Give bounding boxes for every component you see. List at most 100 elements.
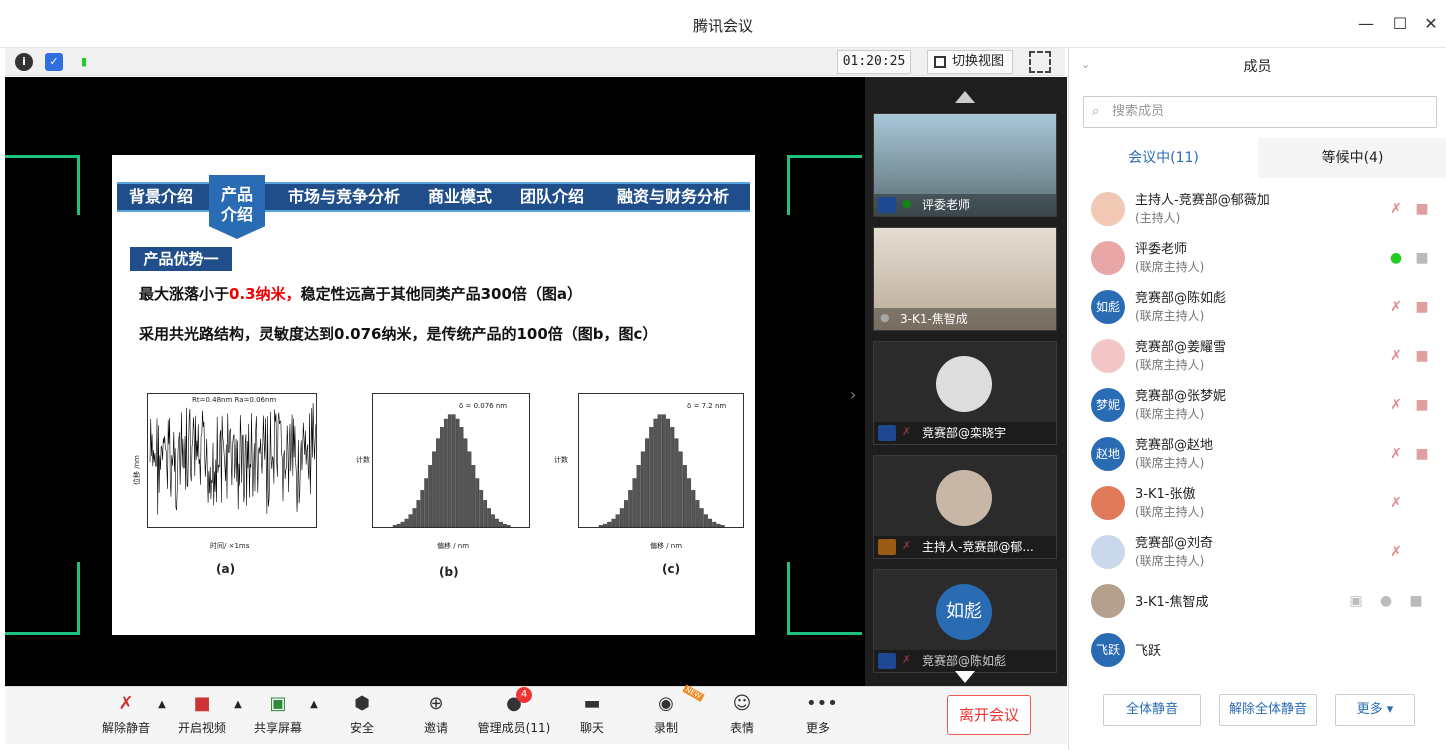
histogram-bar xyxy=(703,514,708,528)
member-row[interactable]: 竞赛部@姜耀雪 (联席主持人) ✗ ■ xyxy=(1089,333,1439,379)
member-row[interactable]: 梦妮 竞赛部@张梦妮 (联席主持人) ✗ ■ xyxy=(1089,382,1439,428)
mic-off-icon[interactable]: ✗ xyxy=(1387,494,1405,512)
frame-corner xyxy=(787,155,862,215)
frame-corner xyxy=(787,562,862,635)
histogram-bar xyxy=(611,518,616,528)
camera-off-icon[interactable]: ■ xyxy=(1413,298,1431,316)
tab-waiting[interactable]: 等候中(4) xyxy=(1258,138,1446,178)
histogram-bar xyxy=(506,525,511,528)
signal-icon[interactable]: ▮ xyxy=(75,53,93,71)
record-button[interactable]: ◉ 录制 NEW xyxy=(631,684,705,736)
member-name: 评委老师 xyxy=(1135,242,1188,257)
more-options-button[interactable]: 更多 ▾ xyxy=(1335,694,1415,726)
close-button[interactable]: ✕ xyxy=(1421,14,1441,34)
emoji-icon: ☺ xyxy=(732,693,752,714)
camera-icon[interactable]: ■ xyxy=(1407,592,1425,610)
next-page-arrow-icon[interactable]: › xyxy=(850,385,856,404)
histogram-bar xyxy=(455,418,460,528)
search-member-input[interactable]: ⌕ 搜索成员 xyxy=(1083,96,1437,128)
member-row[interactable]: 3-K1-张傲 (联席主持人) ✗ xyxy=(1089,480,1439,526)
scroll-up-icon[interactable] xyxy=(955,91,975,103)
histogram-bar xyxy=(598,525,603,528)
switch-view-button[interactable]: 切换视图 xyxy=(927,50,1013,74)
screen-share-icon[interactable]: ▣ xyxy=(1347,592,1365,610)
unmute-all-button[interactable]: 解除全体静音 xyxy=(1219,694,1317,726)
video-tile[interactable]: ✗ 竞赛部@栾晓宇 xyxy=(873,341,1057,445)
unmute-button[interactable]: ✗ 解除静音 xyxy=(91,693,161,736)
mic-off-icon[interactable]: ✗ xyxy=(1387,543,1405,561)
member-row[interactable]: 赵地 竞赛部@赵地 (联席主持人) ✗ ■ xyxy=(1089,431,1439,477)
member-row[interactable]: 3-K1-焦智成 ▣ ● ■ xyxy=(1089,578,1439,624)
share-screen-label: 共享屏幕 xyxy=(253,721,302,735)
plot-a-caption: (a) xyxy=(216,562,236,576)
camera-off-icon[interactable]: ■ xyxy=(1413,200,1431,218)
histogram-bar xyxy=(495,518,499,528)
invite-label: 邀请 xyxy=(423,721,448,735)
mic-off-icon[interactable]: ✗ xyxy=(1387,445,1405,463)
video-tile-name: 3-K1-焦智成 xyxy=(874,308,1056,330)
avatar: 飞跃 xyxy=(1091,633,1125,667)
slide-nav-item: 融资与财务分析 xyxy=(616,187,729,206)
fullscreen-icon[interactable] xyxy=(1029,51,1051,73)
histogram-bar xyxy=(491,514,495,528)
mic-off-icon[interactable]: ✗ xyxy=(1387,298,1405,316)
maximize-button[interactable]: ☐ xyxy=(1390,14,1410,34)
avatar xyxy=(1091,241,1125,275)
video-tile[interactable]: 如彪 ✗ 竞赛部@陈如彪 xyxy=(873,569,1057,673)
minimize-button[interactable]: — xyxy=(1356,14,1376,34)
invite-button[interactable]: ⊕ 邀请 xyxy=(401,693,471,736)
mic-off-icon[interactable]: ✗ xyxy=(1387,396,1405,414)
member-row[interactable]: 竞赛部@刘奇 (联席主持人) ✗ xyxy=(1089,529,1439,575)
mute-all-button[interactable]: 全体静音 xyxy=(1103,694,1201,726)
video-tile[interactable]: ✗ 主持人-竞赛部@郁... xyxy=(873,455,1057,559)
search-icon: ⌕ xyxy=(1092,104,1100,119)
video-tile[interactable]: ● 3-K1-焦智成 xyxy=(873,227,1057,331)
avatar xyxy=(1091,535,1125,569)
member-row[interactable]: 飞跃 飞跃 xyxy=(1089,627,1439,673)
slide-nav-item: 商业模式 xyxy=(427,187,492,206)
member-row[interactable]: 主持人-竞赛部@郁薇加 (主持人) ✗ ■ xyxy=(1089,186,1439,232)
camera-off-icon[interactable]: ■ xyxy=(1413,347,1431,365)
mic-icon[interactable]: ● xyxy=(1377,592,1395,610)
slide-nav-active: 产品 介绍 xyxy=(209,175,265,239)
chat-button[interactable]: ▬ 聊天 xyxy=(557,693,627,736)
mic-off-icon[interactable]: ✗ xyxy=(1387,200,1405,218)
member-row[interactable]: 如彪 竞赛部@陈如彪 (联席主持人) ✗ ■ xyxy=(1089,284,1439,330)
more-button[interactable]: ••• 更多 xyxy=(783,693,853,736)
camera-off-icon[interactable]: ■ xyxy=(1413,396,1431,414)
start-video-button[interactable]: ■ 开启视频 xyxy=(167,693,237,736)
member-role: (联席主持人) xyxy=(1135,309,1205,323)
manage-members-button[interactable]: ● 4 管理成员(11) xyxy=(469,687,559,736)
plot-a-noise xyxy=(149,402,317,515)
histogram-bar xyxy=(479,490,484,528)
histogram-bar xyxy=(691,490,696,528)
plot-b-xlabel: 偏移 / nm xyxy=(437,542,470,550)
camera-off-icon[interactable]: ■ xyxy=(1413,445,1431,463)
video-tile[interactable]: ● 评委老师 xyxy=(873,113,1057,217)
histogram-bar xyxy=(436,438,440,528)
tab-in-meeting[interactable]: 会议中(11) xyxy=(1069,138,1258,178)
security-button[interactable]: ⬢ 安全 xyxy=(327,693,397,736)
info-icon[interactable]: i xyxy=(15,53,33,71)
share-screen-button[interactable]: ▣ 共享屏幕 xyxy=(243,693,313,736)
record-icon: ◉ xyxy=(658,693,674,714)
histogram-bar xyxy=(487,508,491,528)
histogram-bar xyxy=(716,523,721,528)
histogram-bar xyxy=(695,500,700,528)
camera-icon[interactable]: ■ xyxy=(1413,249,1431,267)
member-role: (联席主持人) xyxy=(1135,456,1205,470)
member-row[interactable]: 评委老师 (联席主持人) ● ■ xyxy=(1089,235,1439,281)
histogram-bar xyxy=(640,451,645,528)
video-tile-name: 竞赛部@栾晓宇 xyxy=(874,422,1056,444)
leave-meeting-button[interactable]: 离开会议 xyxy=(947,695,1031,735)
scroll-down-icon[interactable] xyxy=(955,671,975,683)
avatar xyxy=(936,470,992,526)
shield-icon[interactable]: ✓ xyxy=(45,53,63,71)
video-tile-name: 竞赛部@陈如彪 xyxy=(874,650,1056,672)
panel-title: 成员 xyxy=(1243,59,1272,75)
mic-off-icon[interactable]: ✗ xyxy=(1387,347,1405,365)
share-options-chevron-icon[interactable]: ▲ xyxy=(307,699,321,710)
mic-on-icon[interactable]: ● xyxy=(1387,249,1405,267)
emoji-button[interactable]: ☺ 表情 xyxy=(707,693,777,736)
plot-c: δ = 7.2 nm xyxy=(578,393,744,528)
